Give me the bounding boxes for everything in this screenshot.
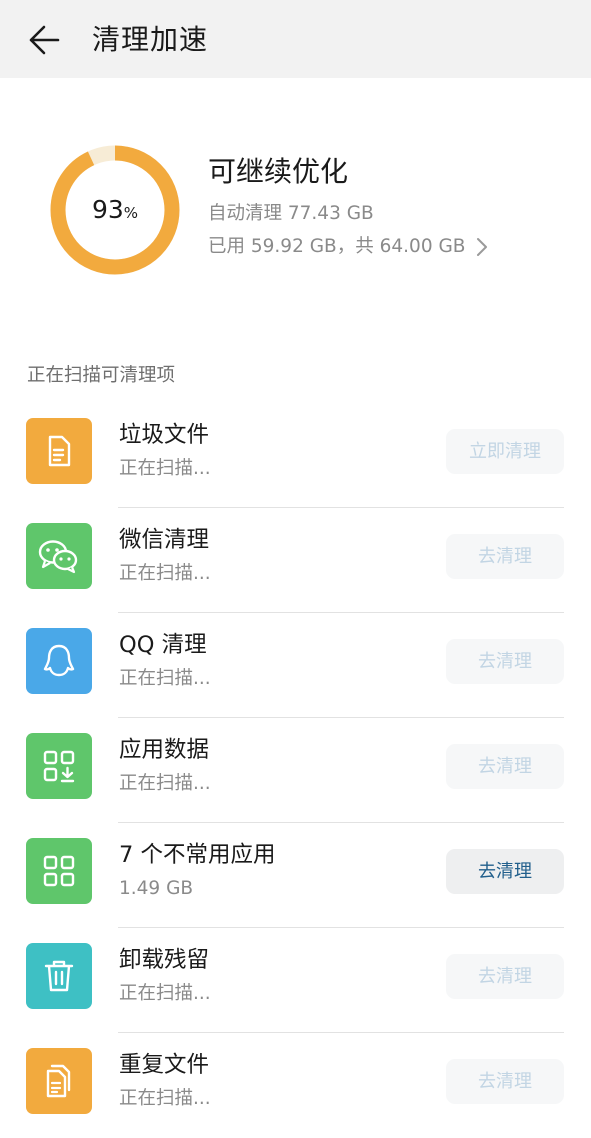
list-item-duplicate-files[interactable]: 重复文件 正在扫描... 去清理 — [0, 1033, 591, 1138]
list-item-status: 正在扫描... — [119, 983, 211, 1004]
page-title: 清理加速 — [92, 23, 209, 56]
document-icon — [26, 418, 92, 484]
list-item-app-data[interactable]: 应用数据 正在扫描... 去清理 — [0, 718, 591, 823]
list-item-size: 1.49 GB — [119, 878, 194, 899]
usage-percent-value: 93 — [91, 195, 124, 224]
wechat-icon — [26, 523, 92, 589]
list-item-title: 卸载残留 — [119, 947, 210, 973]
list-item-qq[interactable]: QQ 清理 正在扫描... 去清理 — [0, 613, 591, 718]
apps-grid-icon — [26, 838, 92, 904]
app-header: 清理加速 — [0, 0, 591, 78]
back-button[interactable] — [22, 20, 66, 60]
go-clean-button[interactable]: 去清理 — [446, 1059, 564, 1104]
list-item-title: QQ 清理 — [119, 632, 207, 658]
usage-percent-unit: % — [123, 204, 139, 222]
go-clean-button[interactable]: 去清理 — [446, 534, 564, 579]
app-data-icon — [26, 733, 92, 799]
go-clean-button[interactable]: 去清理 — [446, 744, 564, 789]
duplicate-files-icon — [26, 1048, 92, 1114]
go-clean-button[interactable]: 去清理 — [446, 849, 564, 894]
list-item-status: 正在扫描... — [119, 458, 211, 479]
go-clean-button[interactable]: 去清理 — [446, 639, 564, 684]
qq-penguin-icon — [26, 628, 92, 694]
back-arrow-icon — [29, 25, 60, 55]
list-item-status: 正在扫描... — [119, 1088, 211, 1109]
list-item-junk-files[interactable]: 垃圾文件 正在扫描... 立即清理 — [0, 403, 591, 508]
list-item-title: 7 个不常用应用 — [119, 842, 276, 868]
list-item-uninstall-residue[interactable]: 卸载残留 正在扫描... 去清理 — [0, 928, 591, 1033]
chevron-right-icon — [476, 238, 487, 256]
list-item-status: 正在扫描... — [119, 668, 211, 689]
trash-icon — [26, 943, 92, 1009]
auto-clean-info: 自动清理 77.43 GB — [208, 203, 374, 224]
clean-now-button[interactable]: 立即清理 — [446, 429, 564, 474]
usage-percent: 93% — [48, 190, 182, 233]
list-item-title: 应用数据 — [119, 737, 210, 763]
storage-usage-link[interactable]: 已用 59.92 GB，共 64.00 GB — [208, 233, 488, 261]
list-item-title: 重复文件 — [119, 1052, 210, 1078]
list-item-title: 垃圾文件 — [119, 422, 210, 448]
list-item-status: 正在扫描... — [119, 563, 211, 584]
summary-title: 可继续优化 — [208, 155, 349, 188]
go-clean-button[interactable]: 去清理 — [446, 954, 564, 999]
list-item-status: 正在扫描... — [119, 773, 211, 794]
list-item-wechat[interactable]: 微信清理 正在扫描... 去清理 — [0, 508, 591, 613]
list-item-title: 微信清理 — [119, 527, 210, 553]
storage-usage-text: 已用 59.92 GB，共 64.00 GB — [208, 236, 466, 257]
list-item-rarely-used-apps[interactable]: 7 个不常用应用 1.49 GB 去清理 — [0, 823, 591, 928]
section-label: 正在扫描可清理项 — [27, 365, 176, 386]
